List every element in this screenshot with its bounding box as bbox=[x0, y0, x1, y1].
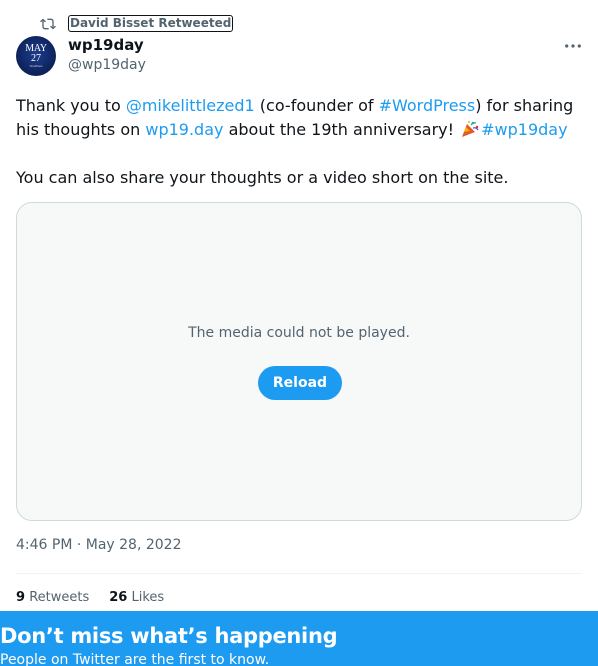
more-options-icon[interactable] bbox=[563, 36, 583, 56]
author-name[interactable]: wp19day bbox=[68, 36, 144, 54]
tweet-stats: 9 Retweets 26 Likes bbox=[16, 590, 184, 605]
divider bbox=[16, 573, 582, 574]
retweets-stat[interactable]: 9 Retweets bbox=[16, 590, 89, 605]
banner-title: Don’t miss what’s happening bbox=[0, 624, 338, 648]
hashtag-wordpress[interactable]: #WordPress bbox=[379, 96, 476, 115]
author-handle[interactable]: @wp19day bbox=[68, 57, 146, 73]
tweet-text: Thank you to @mikelittlezed1 (co-founder… bbox=[16, 94, 588, 190]
mention-link[interactable]: @mikelittlezed1 bbox=[126, 96, 255, 115]
url-link[interactable]: wp19.day bbox=[145, 120, 223, 139]
party-popper-icon bbox=[460, 119, 480, 139]
signup-banner: Don’t miss what’s happening People on Tw… bbox=[0, 611, 598, 666]
hashtag-wp19day[interactable]: #wp19day bbox=[481, 120, 567, 139]
media-error-message: The media could not be played. bbox=[188, 325, 410, 341]
retweet-icon bbox=[40, 16, 56, 32]
retweeted-by-link[interactable]: David Bisset Retweeted bbox=[68, 15, 234, 32]
likes-stat[interactable]: 26 Likes bbox=[109, 590, 164, 605]
tweet-paragraph-2: You can also share your thoughts or a vi… bbox=[16, 168, 509, 187]
avatar[interactable]: MAY 27 WordPress bbox=[16, 36, 56, 76]
retweet-context: David Bisset Retweeted bbox=[40, 14, 234, 33]
banner-subtitle: People on Twitter are the first to know. bbox=[0, 652, 270, 666]
media-player[interactable]: The media could not be played. Reload bbox=[16, 202, 582, 521]
reload-button[interactable]: Reload bbox=[258, 366, 342, 400]
tweet-timestamp[interactable]: 4:46 PM · May 28, 2022 bbox=[16, 537, 182, 553]
